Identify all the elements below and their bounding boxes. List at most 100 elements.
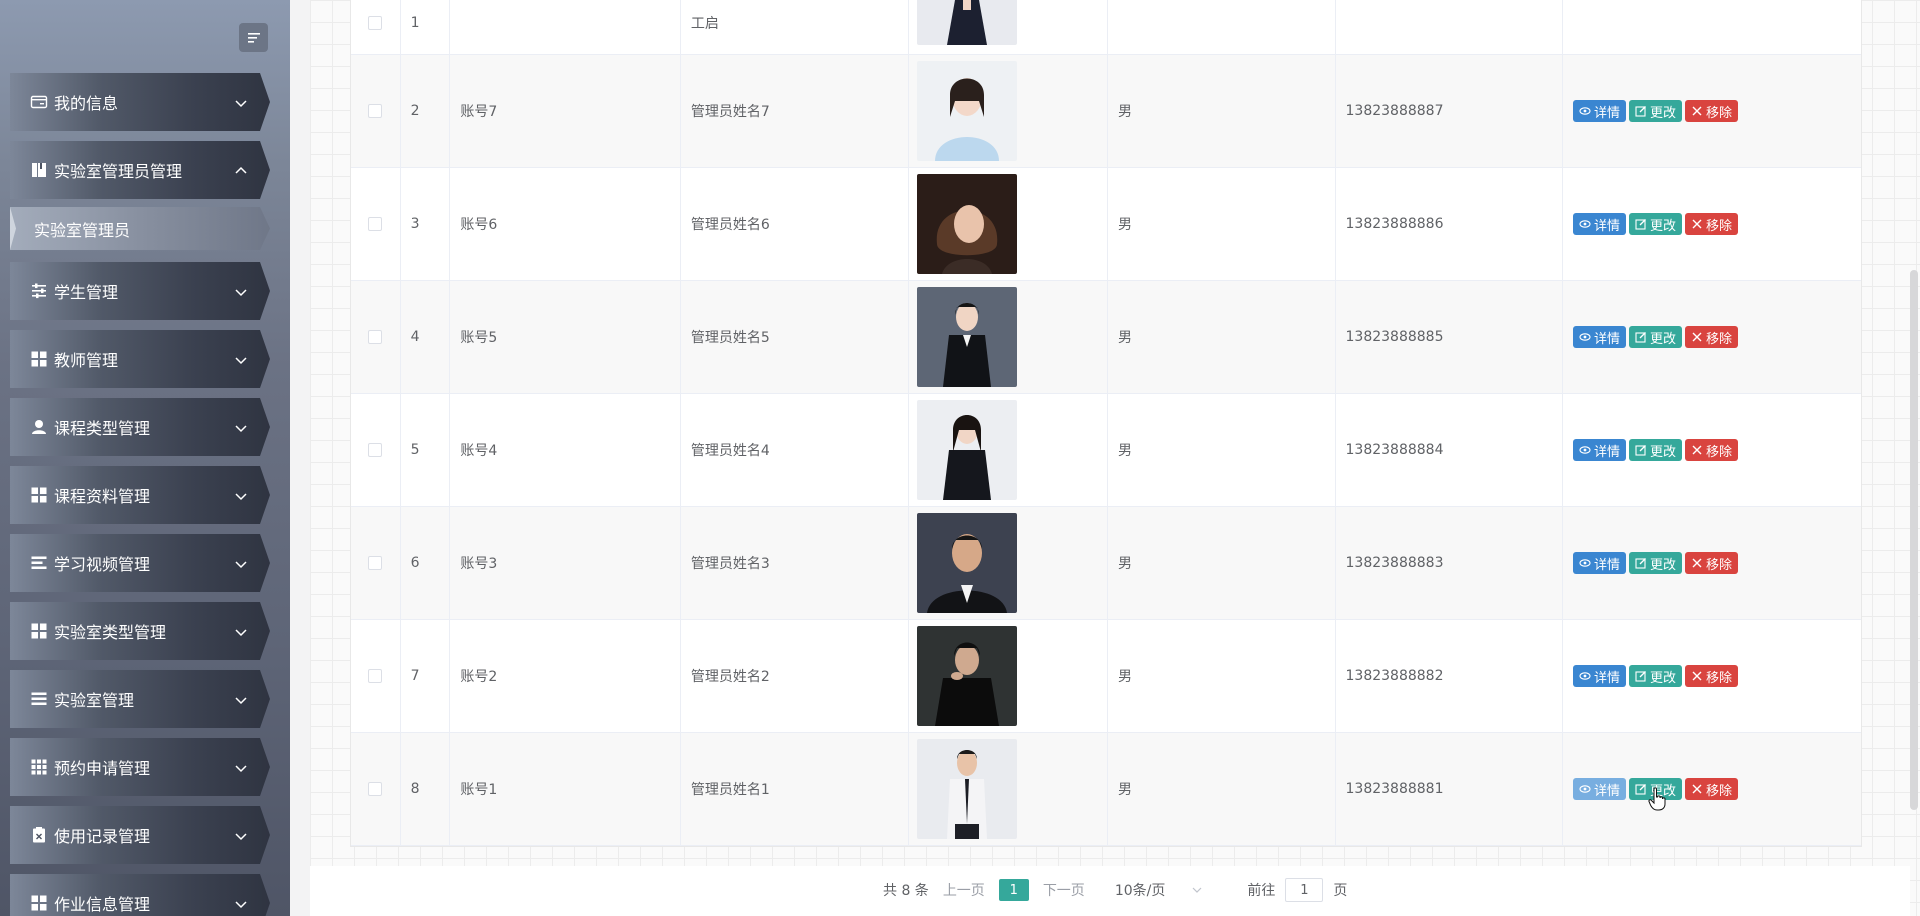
row-checkbox[interactable] [368,217,383,231]
book-icon [30,161,48,179]
next-page-button[interactable]: 下一页 [1043,880,1085,900]
row-sex: 男 [1108,620,1336,732]
collapse-menu-button[interactable] [239,23,268,52]
table-row: 1 工启 [351,0,1861,55]
eye-icon [1579,220,1591,228]
admin-photo[interactable] [917,513,1018,613]
chevron-down-icon [234,556,248,570]
menu-label: 学生管理 [54,283,119,302]
delete-button[interactable]: 移除 [1685,100,1739,122]
table-row: 4 账号5 管理员姓名5 男 13823888885 详情 更改 移除 [351,281,1861,394]
submenu-label: 实验室管理员 [34,220,131,240]
row-name: 管理员姓名3 [681,507,910,619]
menu-course-type-management[interactable]: 课程类型管理 [10,398,270,456]
page-size-value: 10条/页 [1114,883,1166,899]
page-size-select[interactable]: 10条/页 [1115,880,1204,900]
prev-page-button[interactable]: 上一页 [943,880,985,900]
row-name: 管理员姓名4 [681,394,910,506]
row-phone: 13823888881 [1336,733,1563,845]
row-account: 账号5 [450,281,681,393]
menu-study-video-management[interactable]: 学习视频管理 [10,534,270,592]
detail-button[interactable]: 详情 [1572,439,1626,461]
page-scrollbar[interactable] [1910,270,1918,810]
row-phone: 13823888887 [1336,55,1563,167]
menu-lab-admin-management[interactable]: 实验室管理员管理 [10,141,270,199]
row-sex: 男 [1108,55,1336,167]
admin-photo[interactable] [917,174,1018,274]
goto-label: 前往 [1247,883,1276,899]
chevron-down-icon [234,95,248,109]
sliders-icon [30,282,48,300]
detail-button[interactable]: 详情 [1572,326,1626,348]
list-icon [30,690,48,708]
goto-page-input[interactable]: 1 [1285,878,1324,902]
row-checkbox[interactable] [368,556,383,570]
edit-button[interactable]: 更改 [1629,665,1683,687]
row-checkbox[interactable] [368,443,383,457]
admin-photo[interactable] [917,739,1018,839]
delete-button[interactable]: 移除 [1685,213,1739,235]
menu-teacher-management[interactable]: 教师管理 [10,330,270,388]
row-account: 账号2 [450,620,681,732]
card-icon [30,93,48,111]
close-icon [1692,219,1702,229]
menu-lab-type-management[interactable]: 实验室类型管理 [10,602,270,660]
row-checkbox[interactable] [368,782,383,796]
chevron-down-icon [234,692,248,706]
row-sex: 男 [1108,281,1336,393]
row-sex: 男 [1108,394,1336,506]
chevron-down-icon [234,284,248,298]
menu-student-management[interactable]: 学生管理 [10,262,270,320]
grid-icon [30,622,48,640]
delete-button[interactable]: 移除 [1685,778,1739,800]
detail-button[interactable]: 详情 [1572,100,1626,122]
close-icon [1692,671,1702,681]
delete-button[interactable]: 移除 [1685,665,1739,687]
edit-button[interactable]: 更改 [1629,326,1683,348]
menu-course-material-management[interactable]: 课程资料管理 [10,466,270,524]
admin-photo[interactable] [917,287,1018,387]
chevron-down-icon [234,896,248,910]
row-sex: 男 [1108,733,1336,845]
row-name: 管理员姓名1 [681,733,910,845]
row-checkbox[interactable] [368,15,383,30]
row-checkbox[interactable] [368,669,383,683]
clipboard-icon [30,826,48,844]
admin-photo[interactable] [917,626,1018,726]
detail-button[interactable]: 详情 [1572,665,1626,687]
delete-button[interactable]: 移除 [1685,326,1739,348]
detail-button[interactable]: 详情 [1572,778,1626,800]
menu-label: 课程资料管理 [54,487,151,506]
close-icon [1692,445,1702,455]
menu-usage-record-management[interactable]: 使用记录管理 [10,806,270,864]
sidebar-menu: 我的信息 实验室管理员管理 实验室管理员 学生管理 教师管理 课程类型管理 课程… [10,73,270,916]
detail-button[interactable]: 详情 [1572,552,1626,574]
delete-button[interactable]: 移除 [1685,439,1739,461]
chevron-down-icon [234,420,248,434]
delete-button[interactable]: 移除 [1685,552,1739,574]
table-row: 6 账号3 管理员姓名3 男 13823888883 详情 更改 移除 [351,507,1861,620]
menu-homework-management[interactable]: 作业信息管理 [10,874,270,916]
page-number-current[interactable]: 1 [998,879,1029,901]
admin-photo[interactable] [917,400,1018,500]
row-name: 管理员姓名7 [681,55,910,167]
admin-photo[interactable] [917,0,1018,45]
menu-reservation-management[interactable]: 预约申请管理 [10,738,270,796]
edit-button[interactable]: 更改 [1629,213,1683,235]
row-checkbox[interactable] [368,330,383,344]
menu-lab-management[interactable]: 实验室管理 [10,670,270,728]
menu-my-info[interactable]: 我的信息 [10,73,270,131]
detail-button[interactable]: 详情 [1572,213,1626,235]
admin-photo[interactable] [917,61,1018,161]
apps-icon [30,758,48,776]
row-name: 管理员姓名6 [681,168,910,280]
row-phone: 13823888886 [1336,168,1563,280]
edit-button[interactable]: 更改 [1629,100,1683,122]
edit-button[interactable]: 更改 [1629,439,1683,461]
row-checkbox[interactable] [368,104,383,118]
app-root: 我的信息 实验室管理员管理 实验室管理员 学生管理 教师管理 课程类型管理 课程… [0,0,1920,916]
submenu-lab-admin[interactable]: 实验室管理员 [10,207,270,250]
sidebar: 我的信息 实验室管理员管理 实验室管理员 学生管理 教师管理 课程类型管理 课程… [0,0,290,916]
grid-icon [30,486,48,504]
edit-button[interactable]: 更改 [1629,552,1683,574]
